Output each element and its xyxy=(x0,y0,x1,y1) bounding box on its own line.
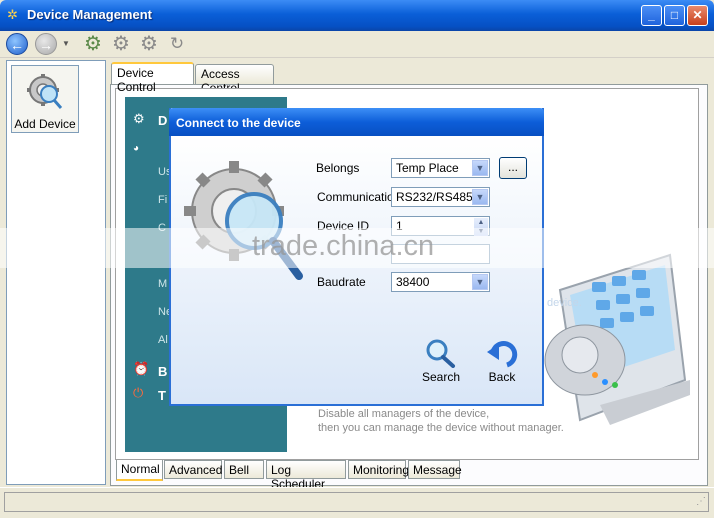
title-bar: ✲ Device Management _ □ ✕ xyxy=(0,0,714,31)
tab-normal[interactable]: Normal xyxy=(116,460,163,481)
refresh-icon[interactable]: ↻ xyxy=(166,33,188,55)
connect-icon: ◕ xyxy=(133,143,140,154)
window-title: Device Management xyxy=(27,7,152,22)
maximize-button[interactable]: □ xyxy=(664,5,685,26)
watermark-text: trade.china.cn xyxy=(252,230,435,262)
close-button[interactable]: ✕ xyxy=(687,5,708,26)
dialog-body: Belongs Temp Place ▼ ... Communication R… xyxy=(171,136,542,404)
search-icon xyxy=(426,339,455,368)
status-field xyxy=(4,492,709,512)
tab-bell[interactable]: Bell xyxy=(224,460,264,479)
tab-access-control[interactable]: Access Control xyxy=(195,64,274,95)
communication-select[interactable]: RS232/RS485 ▼ xyxy=(391,187,490,207)
baudrate-label: Baudrate xyxy=(317,275,366,289)
back-arrow-icon[interactable]: ← xyxy=(6,33,28,55)
search-button[interactable]: Search xyxy=(416,338,466,384)
resize-grip-icon[interactable]: ⋰ xyxy=(696,496,706,507)
watermark-band: trade.china.cn xyxy=(0,228,714,268)
browse-button[interactable]: ... xyxy=(499,157,527,179)
gear-add-icon[interactable]: ⚙ xyxy=(82,33,104,55)
chevron-down-icon[interactable]: ▼ xyxy=(472,189,488,205)
baudrate-select[interactable]: 38400 ▼ xyxy=(391,272,490,292)
settings-icon: ⚙ xyxy=(133,111,145,126)
back-arrow-icon xyxy=(487,341,518,368)
forward-arrow-icon[interactable]: → xyxy=(35,33,57,55)
tab-advanced[interactable]: Advanced xyxy=(164,460,222,479)
tab-monitoring[interactable]: Monitoring xyxy=(348,460,409,479)
device-list-panel: Add Device xyxy=(6,60,106,485)
communication-value: RS232/RS485 xyxy=(396,190,473,204)
back-label: Back xyxy=(488,370,516,384)
tab-device-control[interactable]: Device Control xyxy=(111,62,194,94)
gear-settings-icon[interactable]: ⚙ xyxy=(138,33,160,55)
chevron-down-icon[interactable]: ▼ xyxy=(472,160,488,176)
search-label: Search xyxy=(421,370,461,384)
power-icon: ⏻ xyxy=(133,385,144,400)
app-icon: ✲ xyxy=(7,7,18,22)
chevron-down-icon[interactable]: ▼ xyxy=(472,274,488,290)
baudrate-value: 38400 xyxy=(396,275,430,289)
belongs-select[interactable]: Temp Place ▼ xyxy=(391,158,490,178)
menu-item-manager[interactable]: M xyxy=(158,278,167,290)
status-bar: ⋰ xyxy=(0,487,714,518)
menu-item-all[interactable]: Al xyxy=(158,334,168,346)
menu-item-bell[interactable]: B xyxy=(158,364,167,379)
minimize-button[interactable]: _ xyxy=(641,5,662,26)
back-button[interactable]: Back xyxy=(477,338,527,384)
add-device-label: Add Device xyxy=(14,117,76,131)
hint-line-2: then you can manage the device without m… xyxy=(318,422,564,434)
tab-log-scheduler[interactable]: Log Scheduler xyxy=(266,460,346,491)
menu-item-turn-off[interactable]: T xyxy=(158,388,166,403)
belongs-value: Temp Place xyxy=(396,161,459,175)
communication-label: Communication xyxy=(317,190,401,204)
menu-header: D xyxy=(158,113,168,128)
gear-search-icon[interactable]: ⚙ xyxy=(110,33,132,55)
toolbar: ← → ▼ ⚙ ⚙ ⚙ ↻ xyxy=(0,31,714,58)
belongs-label: Belongs xyxy=(316,161,360,175)
tab-message[interactable]: Message xyxy=(408,460,462,479)
gear-magnifier-icon xyxy=(27,74,63,109)
menu-item-fingerprint[interactable]: Fi xyxy=(158,194,167,206)
bell-icon: ⏰ xyxy=(133,361,150,376)
hint-line-1: Disable all managers of the device, xyxy=(318,408,490,420)
device-hint-text: device. xyxy=(547,297,582,309)
history-dropdown-icon[interactable]: ▼ xyxy=(62,39,70,48)
add-device-button[interactable]: Add Device xyxy=(11,65,79,133)
dialog-title: Connect to the device xyxy=(169,108,544,136)
